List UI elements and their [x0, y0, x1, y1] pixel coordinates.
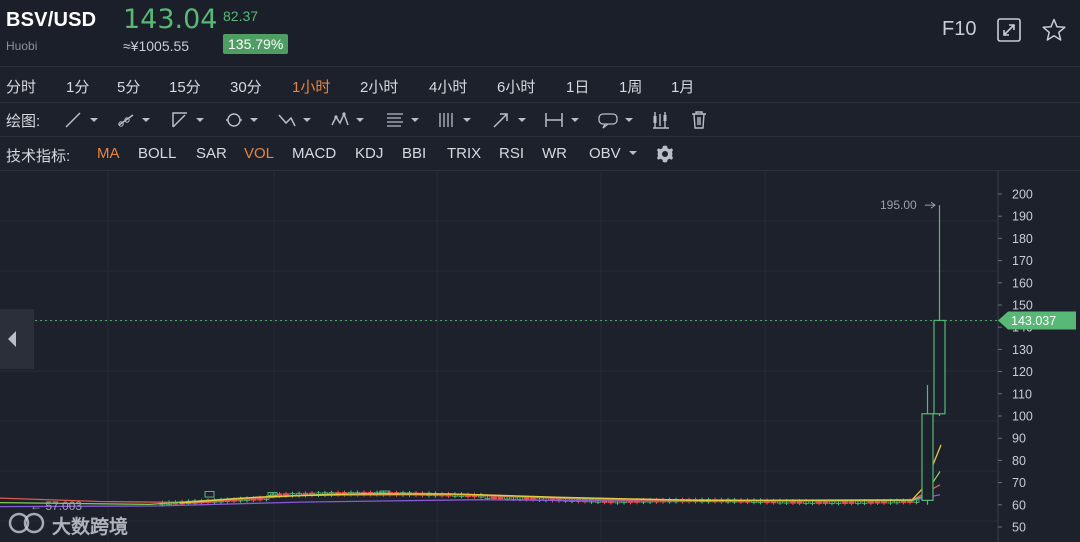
history-candle-body: [204, 490, 215, 498]
history-candle-body: [816, 500, 822, 504]
period-tab[interactable]: 1月: [671, 76, 694, 97]
circle-tool-icon[interactable]: [223, 109, 261, 131]
indicator-kdj[interactable]: KDJ: [355, 145, 383, 162]
y-axis-tick-label: 70: [1012, 476, 1026, 490]
y-axis-tick-label: 90: [1012, 432, 1026, 446]
favorite-star-icon[interactable]: [1041, 17, 1067, 43]
indicator-rsi[interactable]: RSI: [499, 145, 524, 162]
indicator-obv-label: OBV: [589, 145, 621, 162]
indicator-vol[interactable]: VOL: [244, 145, 274, 162]
last-price: 143.04: [123, 4, 218, 35]
spike-candle-body: [933, 319, 946, 415]
indicator-bbi[interactable]: BBI: [402, 145, 426, 162]
chevron-down-icon: [628, 151, 637, 155]
period-tab[interactable]: 30分: [230, 76, 262, 97]
f10-button[interactable]: F10: [942, 18, 976, 41]
watermark-text: 大数跨境: [52, 516, 129, 538]
cny-price: ≈¥1005.55: [123, 38, 190, 54]
period-tab[interactable]: 15分: [169, 76, 201, 97]
history-candle-body: [868, 500, 874, 504]
price-change: 82.37: [223, 8, 259, 24]
indicator-boll[interactable]: BOLL: [138, 145, 176, 162]
symbol-title[interactable]: BSV/USD: [6, 9, 96, 32]
watermark-logo-icon: [8, 512, 45, 534]
y-axis-tick-label: 50: [1012, 521, 1026, 535]
settings-gear-icon[interactable]: [655, 144, 675, 168]
period-tab-active[interactable]: 1小时: [292, 76, 330, 97]
period-tab[interactable]: 6小时: [497, 76, 535, 97]
channel-tool-icon[interactable]: [169, 109, 207, 131]
y-axis-tick-label: 110: [1012, 387, 1032, 401]
fullscreen-icon[interactable]: [996, 17, 1022, 43]
indicator-wr[interactable]: WR: [542, 145, 567, 162]
y-axis-tick-label: 60: [1012, 498, 1026, 512]
y-axis-tick-label: 120: [1012, 365, 1033, 379]
exchange-name: Huobi: [6, 39, 38, 53]
indicator-sar[interactable]: SAR: [196, 145, 227, 162]
ticker-header: BSV/USD Huobi 143.04 ≈¥1005.55 82.37 135…: [0, 0, 1080, 66]
price-change-percent-badge: 135.79%: [223, 34, 289, 54]
period-tab[interactable]: 1周: [619, 76, 642, 97]
y-axis-tick-label: 190: [1012, 210, 1033, 224]
y-axis-tick-label: 80: [1012, 454, 1026, 468]
y-axis-tick-label: 200: [1012, 188, 1033, 202]
candle-settings-icon[interactable]: [651, 109, 689, 131]
y-axis-tick-label: 160: [1012, 276, 1033, 290]
y-axis-tick-label: 100: [1012, 410, 1033, 424]
drawing-toolbar-label: 绘图:: [6, 113, 41, 130]
ray-tool-icon[interactable]: [115, 109, 153, 131]
indicator-obv-dropdown[interactable]: OBV: [589, 145, 638, 162]
candlestick-chart[interactable]: 2001901801701601501401301201101009080706…: [0, 170, 1080, 542]
high-price-label: 195.00: [880, 198, 917, 212]
indicator-toolbar: 技术指标: MA BOLL SAR VOL MACD KDJ BBI TRIX …: [0, 136, 1080, 170]
indicator-toolbar-label: 技术指标:: [6, 148, 71, 165]
period-tab[interactable]: 2小时: [360, 76, 398, 97]
period-selector: 分时 1分 5分 15分 30分 1小时 2小时 4小时 6小时 1日 1周 1…: [0, 66, 1080, 102]
y-axis-tick-label: 180: [1012, 232, 1033, 246]
pattern-tool-icon[interactable]: [329, 109, 367, 131]
period-tab[interactable]: 4小时: [429, 76, 467, 97]
high-arrow-icon: [925, 201, 936, 209]
current-price-tag-label: 143.037: [1011, 314, 1056, 328]
period-tab[interactable]: 1日: [566, 76, 589, 97]
fibonacci-tool-icon[interactable]: [384, 109, 422, 131]
history-candle-body: [822, 500, 829, 504]
note-tool-icon[interactable]: [597, 109, 635, 131]
chart-canvas[interactable]: 2001901801701601501401301201101009080706…: [0, 171, 1080, 542]
period-tab[interactable]: 5分: [117, 76, 140, 97]
y-axis-tick-label: 170: [1012, 254, 1033, 268]
period-tab[interactable]: 1分: [66, 76, 89, 97]
indicator-trix[interactable]: TRIX: [447, 145, 481, 162]
arrow-tool-icon[interactable]: [490, 109, 528, 131]
wave-tool-icon[interactable]: [276, 109, 314, 131]
trash-icon[interactable]: [688, 109, 726, 131]
measure-tool-icon[interactable]: [543, 109, 581, 131]
history-candle-body: [848, 500, 855, 504]
gann-tool-icon[interactable]: [436, 109, 474, 131]
line-tool-icon[interactable]: [62, 109, 100, 131]
indicator-ma[interactable]: MA: [97, 145, 120, 162]
indicator-macd[interactable]: MACD: [292, 145, 336, 162]
spike-candle-body: [921, 413, 934, 501]
y-axis-tick-label: 150: [1012, 299, 1033, 313]
ma-line-yellow: [179, 444, 942, 504]
scroll-left-button[interactable]: [0, 309, 34, 369]
history-candle-body: [842, 500, 848, 504]
period-tab[interactable]: 分时: [6, 76, 36, 97]
y-axis-tick-label: 130: [1012, 343, 1033, 357]
drawing-toolbar: 绘图:: [0, 102, 1080, 136]
